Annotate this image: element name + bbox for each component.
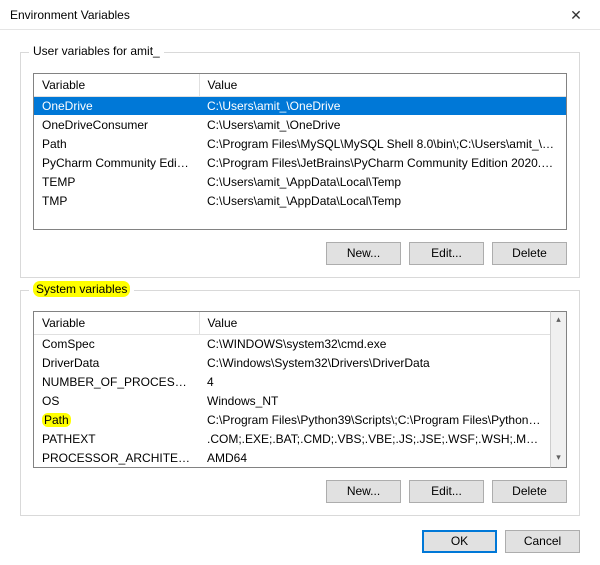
cell-variable: DriverData (34, 353, 199, 372)
table-row[interactable]: Path C:\Program Files\MySQL\MySQL Shell … (34, 134, 566, 153)
user-variables-table[interactable]: Variable Value OneDrive C:\Users\amit_\O… (33, 73, 567, 230)
system-variables-group: System variables Variable Value ComSpec (20, 290, 580, 516)
table-row[interactable]: TMP C:\Users\amit_\AppData\Local\Temp (34, 191, 566, 210)
table-row[interactable]: DriverData C:\Windows\System32\Drivers\D… (34, 353, 550, 372)
cell-variable: PyCharm Community Edition (34, 153, 199, 172)
cell-value: C:\Users\amit_\AppData\Local\Temp (199, 172, 566, 191)
cell-value: C:\Users\amit_\OneDrive (199, 115, 566, 134)
system-variables-label: System variables (29, 282, 134, 296)
table-row[interactable]: OneDriveConsumer C:\Users\amit_\OneDrive (34, 115, 566, 134)
cell-variable: TMP (34, 191, 199, 210)
table-row[interactable]: ComSpec C:\WINDOWS\system32\cmd.exe (34, 334, 550, 353)
user-buttons: New... Edit... Delete (33, 242, 567, 265)
scroll-down-icon[interactable]: ▾ (551, 450, 566, 467)
close-button[interactable]: ✕ (556, 0, 596, 30)
system-variables-table[interactable]: Variable Value ComSpec C:\WINDOWS\system… (33, 311, 567, 468)
ok-button[interactable]: OK (422, 530, 497, 553)
cell-value: C:\WINDOWS\system32\cmd.exe (199, 334, 550, 353)
table-header-row: Variable Value (34, 312, 550, 334)
edit-button[interactable]: Edit... (409, 242, 484, 265)
cell-value: .COM;.EXE;.BAT;.CMD;.VBS;.VBE;.JS;.JSE;.… (199, 429, 550, 448)
scrollbar[interactable]: ▴ ▾ (550, 311, 567, 468)
table-row[interactable]: Path C:\Program Files\Python39\Scripts\;… (34, 410, 550, 429)
cell-variable: Path (34, 134, 199, 153)
cell-value: Windows_NT (199, 391, 550, 410)
delete-button[interactable]: Delete (492, 242, 567, 265)
cell-variable: PROCESSOR_ARCHITECTURE (34, 448, 199, 467)
table-row[interactable]: OneDrive C:\Users\amit_\OneDrive (34, 96, 566, 115)
dialog-body: User variables for amit_ Variable Value … (0, 30, 600, 516)
table-row[interactable]: OS Windows_NT (34, 391, 550, 410)
new-button[interactable]: New... (326, 242, 401, 265)
cell-value: C:\Program Files\Python39\Scripts\;C:\Pr… (199, 410, 550, 429)
dialog-footer: OK Cancel (0, 516, 600, 553)
col-value[interactable]: Value (199, 74, 566, 96)
cell-variable: Path (34, 410, 199, 429)
cell-variable: PATHEXT (34, 429, 199, 448)
cell-value: AMD64 (199, 448, 550, 467)
col-value[interactable]: Value (199, 312, 550, 334)
cell-value: C:\Windows\System32\Drivers\DriverData (199, 353, 550, 372)
col-variable[interactable]: Variable (34, 312, 199, 334)
table-row[interactable]: TEMP C:\Users\amit_\AppData\Local\Temp (34, 172, 566, 191)
edit-button[interactable]: Edit... (409, 480, 484, 503)
cell-value: C:\Program Files\JetBrains\PyCharm Commu… (199, 153, 566, 172)
cell-value: C:\Users\amit_\OneDrive (199, 96, 566, 115)
user-variables-label: User variables for amit_ (29, 44, 164, 58)
scroll-up-icon[interactable]: ▴ (551, 312, 566, 329)
table-row[interactable]: PyCharm Community Edition C:\Program Fil… (34, 153, 566, 172)
cell-value: C:\Program Files\MySQL\MySQL Shell 8.0\b… (199, 134, 566, 153)
cell-variable: OS (34, 391, 199, 410)
cell-variable: ComSpec (34, 334, 199, 353)
table-header-row: Variable Value (34, 74, 566, 96)
table-row (34, 210, 566, 229)
cell-variable: OneDriveConsumer (34, 115, 199, 134)
cell-variable: OneDrive (34, 96, 199, 115)
system-buttons: New... Edit... Delete (33, 480, 567, 503)
new-button[interactable]: New... (326, 480, 401, 503)
col-variable[interactable]: Variable (34, 74, 199, 96)
window-title: Environment Variables (10, 8, 130, 22)
title-bar: Environment Variables ✕ (0, 0, 600, 30)
table-row[interactable]: PATHEXT .COM;.EXE;.BAT;.CMD;.VBS;.VBE;.J… (34, 429, 550, 448)
cell-variable: NUMBER_OF_PROCESSORS (34, 372, 199, 391)
cell-variable: TEMP (34, 172, 199, 191)
cancel-button[interactable]: Cancel (505, 530, 580, 553)
user-variables-group: User variables for amit_ Variable Value … (20, 52, 580, 278)
cell-value: C:\Users\amit_\AppData\Local\Temp (199, 191, 566, 210)
cell-value: 4 (199, 372, 550, 391)
table-row[interactable]: PROCESSOR_ARCHITECTURE AMD64 (34, 448, 550, 467)
table-row[interactable]: NUMBER_OF_PROCESSORS 4 (34, 372, 550, 391)
delete-button[interactable]: Delete (492, 480, 567, 503)
